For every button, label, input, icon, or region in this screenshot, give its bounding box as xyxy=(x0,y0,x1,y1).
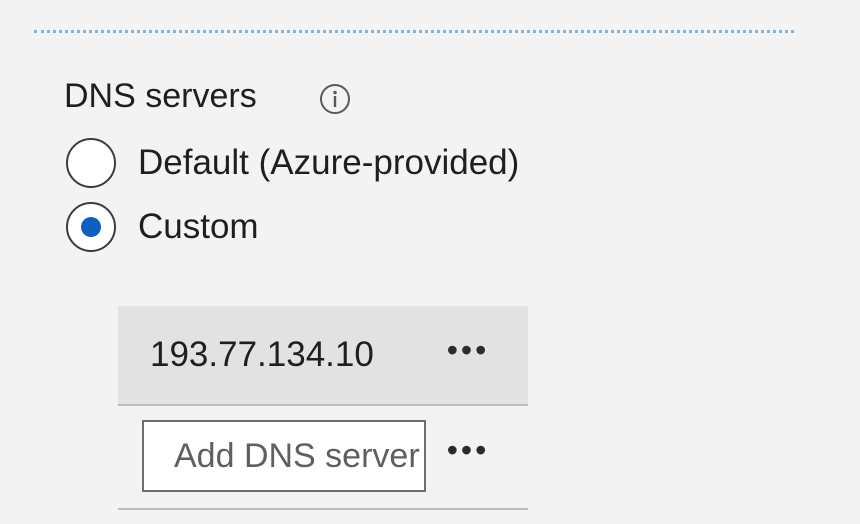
server-more-options-button[interactable]: ••• xyxy=(438,332,498,376)
add-more-options-button[interactable]: ••• xyxy=(438,432,498,476)
radio-default-label: Default (Azure-provided) xyxy=(138,143,520,182)
dns-servers-label: DNS servers xyxy=(64,77,257,115)
radio-custom-label: Custom xyxy=(138,207,259,246)
radio-custom-circle[interactable] xyxy=(66,202,116,252)
add-dns-server-input[interactable] xyxy=(142,420,426,492)
more-icon: ••• xyxy=(446,432,490,468)
info-icon[interactable] xyxy=(318,82,352,116)
radio-custom[interactable]: Custom xyxy=(66,202,259,252)
radio-default-azure-provided[interactable]: Default (Azure-provided) xyxy=(66,138,519,188)
section-divider xyxy=(34,30,794,33)
radio-selected-dot xyxy=(81,217,101,237)
radio-default-circle[interactable] xyxy=(66,138,116,188)
dns-server-value: 193.77.134.10 xyxy=(150,335,374,374)
more-icon: ••• xyxy=(446,332,490,368)
